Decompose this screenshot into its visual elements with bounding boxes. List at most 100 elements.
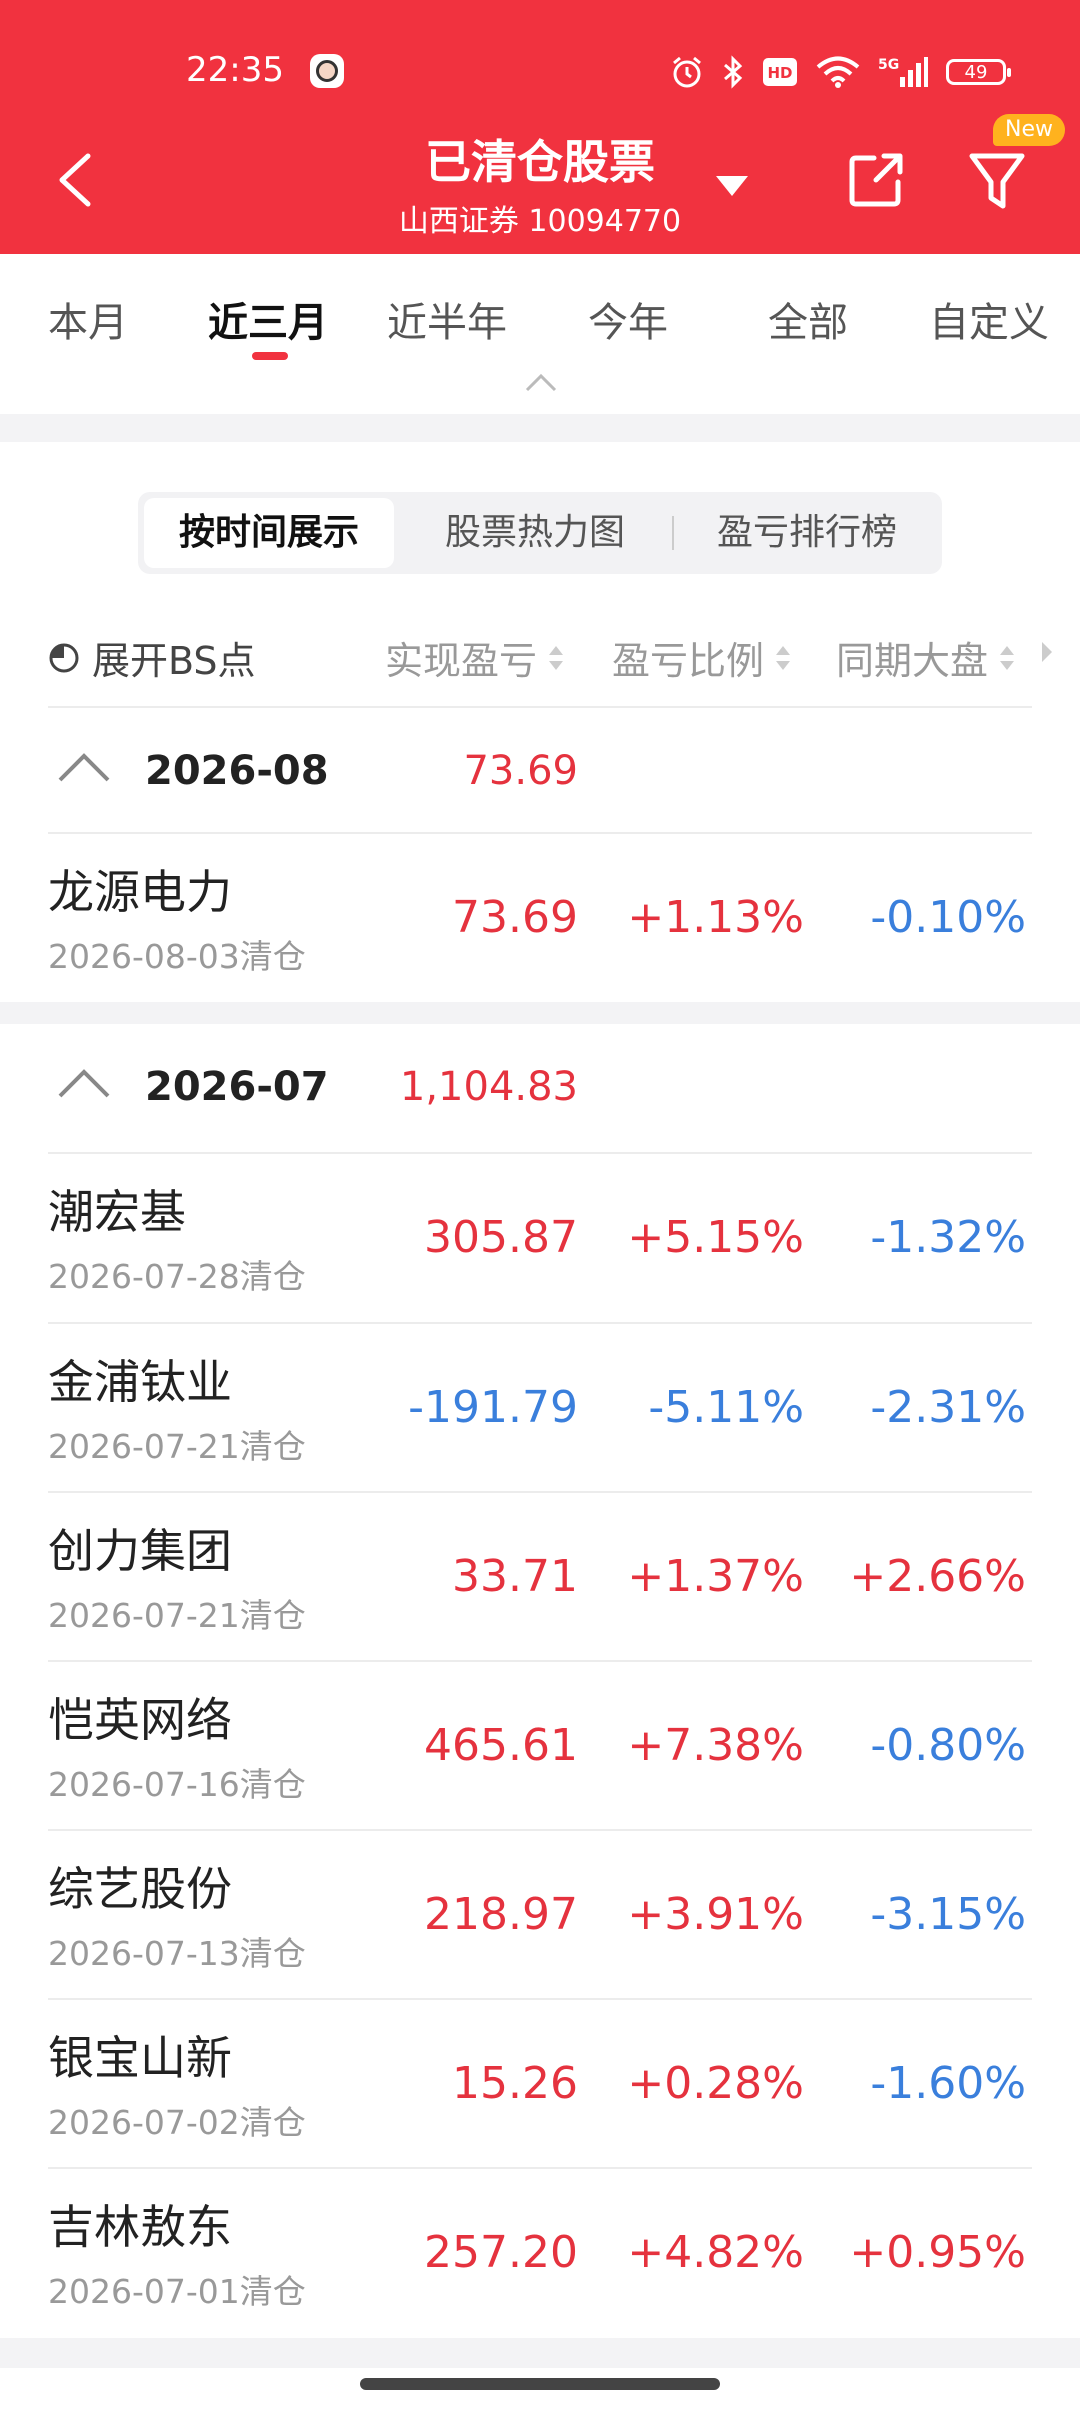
realized-pnl: 465.61 (424, 1720, 578, 1771)
hd-icon: HD (763, 58, 797, 86)
group-total: 73.69 (463, 748, 578, 794)
dropdown-caret-icon[interactable] (712, 170, 752, 200)
half-circle-icon (49, 643, 79, 672)
column-market-label: 同期大盘 (836, 639, 989, 683)
stock-name: 综艺股份 (48, 1862, 232, 1916)
5g-signal-icon: 5G (878, 57, 928, 87)
group-header[interactable]: 2026-08 73.69 (0, 708, 1080, 832)
pnl-ratio: +4.82% (627, 2227, 804, 2278)
status-icons: HD 5G 49 (670, 52, 1011, 92)
tab-this-year[interactable]: 今年 (588, 290, 668, 348)
group-header[interactable]: 2026-07 1,104.83 (0, 1024, 1080, 1148)
active-tab-indicator (252, 352, 288, 360)
status-bar: 22:35 HD 5G 49 (0, 0, 1080, 140)
battery-level: 49 (964, 61, 988, 83)
notification-avatar-icon (310, 54, 344, 88)
svg-text:5G: 5G (878, 57, 899, 73)
pnl-ratio: +0.28% (627, 2058, 804, 2109)
table-row[interactable]: 龙源电力 2026-08-03清仓 73.69 +1.13% -0.10% (0, 834, 1080, 1002)
sort-icon (549, 645, 564, 670)
svg-text:HD: HD (767, 64, 792, 82)
column-ratio[interactable]: 盈亏比例 (612, 630, 792, 685)
close-date: 2026-08-03清仓 (48, 937, 306, 976)
stock-name: 恺英网络 (48, 1693, 232, 1747)
back-icon[interactable] (52, 150, 102, 210)
realized-pnl: 33.71 (452, 1551, 578, 1602)
pnl-ratio: -5.11% (648, 1382, 804, 1433)
realized-pnl: 305.87 (424, 1212, 578, 1263)
sort-icon (1000, 645, 1015, 670)
column-pnl-label: 实现盈亏 (385, 639, 538, 683)
column-ratio-label: 盈亏比例 (612, 639, 765, 683)
stock-name: 银宝山新 (48, 2031, 232, 2085)
table-row[interactable]: 恺英网络 2026-07-16清仓 465.61 +7.38% -0.80% (0, 1662, 1080, 1830)
chevron-up-icon (58, 1069, 110, 1098)
filter-icon[interactable] (968, 150, 1026, 212)
table-row[interactable]: 综艺股份 2026-07-13清仓 218.97 +3.91% -3.15% (0, 1831, 1080, 1999)
column-market[interactable]: 同期大盘 (836, 630, 1016, 685)
expand-bs-label: 展开BS点 (92, 639, 256, 683)
market-change: +0.95% (849, 2227, 1026, 2278)
close-date: 2026-07-21清仓 (48, 1596, 306, 1635)
market-change: -1.60% (870, 2058, 1026, 2109)
close-date: 2026-07-28清仓 (48, 1257, 306, 1296)
expand-bs-toggle[interactable]: 展开BS点 (48, 630, 256, 685)
wifi-icon (816, 56, 860, 88)
table-row[interactable]: 创力集团 2026-07-21清仓 33.71 +1.37% +2.66% (0, 1493, 1080, 1661)
chevron-up-icon[interactable] (524, 370, 558, 394)
market-change: +2.66% (849, 1551, 1026, 1602)
market-change: -1.32% (870, 1212, 1026, 1263)
pnl-ratio: +1.13% (627, 892, 804, 943)
close-date: 2026-07-13清仓 (48, 1934, 306, 1973)
app-header: 22:35 HD 5G 49 已清仓股票 山西证券 10094770 New (0, 0, 1080, 254)
tab-this-month[interactable]: 本月 (48, 290, 128, 348)
share-icon[interactable] (846, 150, 906, 210)
table-row[interactable]: 银宝山新 2026-07-02清仓 15.26 +0.28% -1.60% (0, 2000, 1080, 2168)
view-tab-by-time[interactable]: 按时间展示 (144, 498, 394, 568)
account-selector[interactable]: 已清仓股票 山西证券 10094770 (330, 126, 750, 246)
group-month: 2026-07 (145, 1064, 329, 1110)
market-change: -3.15% (870, 1889, 1026, 1940)
table-row[interactable]: 金浦钛业 2026-07-21清仓 -191.79 -5.11% -2.31% (0, 1324, 1080, 1492)
view-tab-ranking[interactable]: 盈亏排行榜 (678, 498, 936, 568)
stock-name: 龙源电力 (48, 865, 232, 919)
market-change: -2.31% (870, 1382, 1026, 1433)
segment-divider (672, 516, 674, 550)
pnl-ratio: +3.91% (627, 1889, 804, 1940)
close-date: 2026-07-02清仓 (48, 2103, 306, 2142)
realized-pnl: 73.69 (452, 892, 578, 943)
tab-half-year[interactable]: 近半年 (387, 290, 507, 348)
account-subtitle: 山西证券 10094770 (398, 204, 682, 239)
pnl-ratio: +5.15% (627, 1212, 804, 1263)
realized-pnl: 15.26 (452, 2058, 578, 2109)
alarm-icon (673, 56, 701, 88)
realized-pnl: 257.20 (424, 2227, 578, 2278)
home-indicator[interactable] (360, 2378, 720, 2390)
chevron-right-icon[interactable] (1040, 640, 1054, 664)
view-tab-heatmap[interactable]: 股票热力图 (410, 498, 660, 568)
tab-all[interactable]: 全部 (768, 290, 848, 348)
status-time: 22:35 (186, 50, 284, 90)
market-change: -0.80% (870, 1720, 1026, 1771)
stock-name: 潮宏基 (48, 1185, 186, 1239)
table-row[interactable]: 吉林敖东 2026-07-01清仓 257.20 +4.82% +0.95% (0, 2169, 1080, 2337)
group-month: 2026-08 (145, 748, 329, 794)
pnl-ratio: +7.38% (627, 1720, 804, 1771)
tab-custom[interactable]: 自定义 (929, 290, 1049, 348)
list-end-separator (0, 2338, 1080, 2368)
battery-icon: 49 (946, 59, 1011, 85)
pnl-ratio: +1.37% (627, 1551, 804, 1602)
page-title: 已清仓股票 (425, 135, 655, 189)
group-separator (0, 1002, 1080, 1024)
realized-pnl: 218.97 (424, 1889, 578, 1940)
stock-name: 创力集团 (48, 1524, 232, 1578)
close-date: 2026-07-21清仓 (48, 1427, 306, 1466)
realized-pnl: -191.79 (408, 1382, 578, 1433)
bluetooth-icon (724, 55, 743, 89)
column-pnl[interactable]: 实现盈亏 (385, 630, 565, 685)
table-row[interactable]: 潮宏基 2026-07-28清仓 305.87 +5.15% -1.32% (0, 1154, 1080, 1322)
view-mode-switch: 按时间展示 股票热力图 盈亏排行榜 (138, 492, 942, 574)
tab-three-months[interactable]: 近三月 (208, 290, 328, 348)
new-badge: New (993, 114, 1065, 146)
chevron-up-icon (58, 753, 110, 782)
